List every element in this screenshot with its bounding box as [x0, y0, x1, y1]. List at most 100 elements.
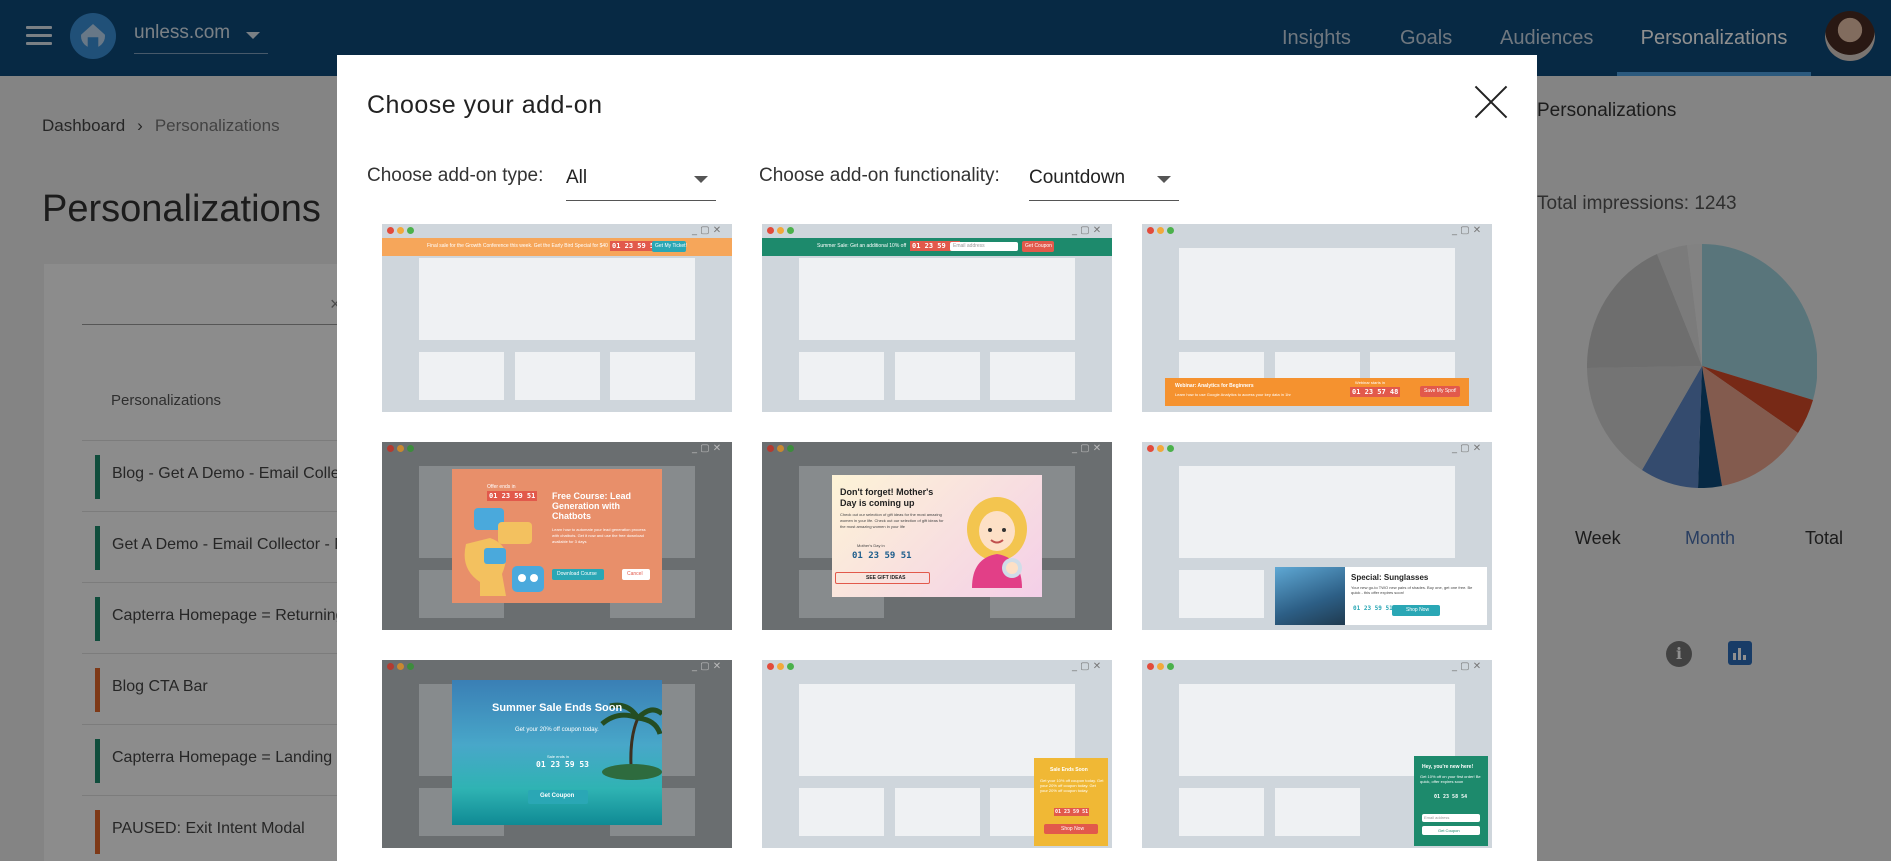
corner-body: Get your 10% off coupon today. Get your … — [1040, 778, 1104, 793]
content-block — [1179, 788, 1264, 836]
browser-chrome: _ ▢ ✕ — [1142, 224, 1492, 238]
shop-now-button: Shop Now — [1392, 605, 1440, 616]
webinar-banner: Webinar: Analytics for Beginners Learn h… — [1165, 378, 1469, 406]
addon-mothers-day-countdown[interactable]: _ ▢ ✕ Don't forget! Mother's Day is comi… — [762, 442, 1112, 630]
maximize-dot-icon — [1167, 227, 1174, 234]
get-coupon-label: Get Coupon — [1438, 828, 1460, 833]
maximize-dot-icon — [407, 445, 414, 452]
maximize-dot-icon — [407, 227, 414, 234]
content-block — [1179, 466, 1455, 558]
addon-email-slide-in-countdown[interactable]: _ ▢ ✕ Hey, you're new here! Get 10% off … — [1142, 660, 1492, 848]
get-coupon-button: Get Coupon — [1422, 826, 1480, 835]
shop-now-label: Shop Now — [1406, 607, 1430, 613]
addon-course-modal-countdown[interactable]: _ ▢ ✕ Offer ends in 01 23 59 51 Free Cou… — [382, 442, 732, 630]
content-block — [419, 352, 504, 400]
addon-bottom-banner-countdown[interactable]: _ ▢ ✕ Webinar: Analytics for Beginners L… — [1142, 224, 1492, 412]
browser-chrome: _ ▢ ✕ — [762, 442, 1112, 456]
webinar-starts: Webinar starts in — [1355, 380, 1385, 385]
window-buttons-icon: _ ▢ ✕ — [1072, 225, 1102, 236]
course-popup: Offer ends in 01 23 59 51 Free Course: L… — [452, 469, 662, 603]
download-button: Download Course — [552, 569, 604, 580]
countdown-timer: 01 23 59 51 — [852, 551, 912, 561]
content-block — [799, 258, 1075, 340]
addon-type-value: All — [566, 167, 588, 188]
addon-functionality-select[interactable]: Countdown — [1029, 163, 1179, 201]
window-buttons-icon: _ ▢ ✕ — [1072, 661, 1102, 672]
content-block — [799, 352, 884, 400]
addon-functionality-label: Choose add-on functionality: — [759, 165, 1000, 186]
addon-email-bar-countdown[interactable]: _ ▢ ✕ Summer Sale: Get an additional 10%… — [762, 224, 1112, 412]
course-body: Learn how to automate your lead generati… — [552, 527, 646, 544]
chevron-down-icon — [1157, 176, 1171, 183]
offer-label: Offer ends in — [487, 484, 516, 490]
browser-chrome: _ ▢ ✕ — [1142, 660, 1492, 674]
minimize-dot-icon — [777, 445, 784, 452]
window-buttons-icon: _ ▢ ✕ — [1452, 443, 1482, 454]
browser-chrome: _ ▢ ✕ — [762, 660, 1112, 674]
mothers-label: Mother's Day in — [857, 543, 885, 548]
close-dot-icon — [767, 445, 774, 452]
content-block — [990, 352, 1075, 400]
content-block — [1179, 570, 1264, 618]
minimize-dot-icon — [1157, 445, 1164, 452]
sunglasses-photo — [1275, 567, 1345, 625]
gift-ideas-label: SEE GIFT IDEAS — [866, 575, 906, 581]
countdown-timer: 01 23 59 51 — [1353, 605, 1393, 612]
browser-chrome: _ ▢ ✕ — [382, 660, 732, 674]
gift-ideas-button: SEE GIFT IDEAS — [835, 572, 930, 584]
content-block — [1275, 788, 1360, 836]
minimize-dot-icon — [777, 227, 784, 234]
window-buttons-icon: _ ▢ ✕ — [1452, 661, 1482, 672]
new-visitor-popup: Hey, you're new here! Get 10% off on you… — [1414, 756, 1488, 846]
cta-label: Get Coupon — [1025, 243, 1052, 249]
mothers-title: Don't forget! Mother's Day is coming up — [840, 487, 934, 508]
mother-illustration-icon — [967, 497, 1027, 588]
maximize-dot-icon — [1167, 445, 1174, 452]
window-buttons-icon: _ ▢ ✕ — [692, 225, 722, 236]
email-input: Email address — [950, 242, 1018, 251]
addon-sunglasses-countdown[interactable]: _ ▢ ✕ Special: Sunglasses Your new go-to… — [1142, 442, 1492, 630]
minimize-dot-icon — [397, 663, 404, 670]
browser-chrome: _ ▢ ✕ — [1142, 442, 1492, 456]
window-buttons-icon: _ ▢ ✕ — [692, 661, 722, 672]
close-dot-icon — [387, 227, 394, 234]
email-placeholder: Email address — [953, 243, 985, 249]
sunglasses-body: Your new go-to TWO new pairs of shades. … — [1351, 585, 1473, 595]
bar-text: Final sale for the Growth Conference thi… — [427, 243, 608, 249]
minimize-dot-icon — [777, 663, 784, 670]
cta-button: Save My Spot! — [1420, 386, 1460, 397]
content-block — [799, 788, 884, 836]
close-dot-icon — [1147, 227, 1154, 234]
chevron-down-icon — [694, 176, 708, 183]
webinar-subtitle: Learn how to use Google Analytics to acc… — [1175, 392, 1291, 397]
window-buttons-icon: _ ▢ ✕ — [1072, 443, 1102, 454]
close-dot-icon — [387, 663, 394, 670]
maximize-dot-icon — [787, 445, 794, 452]
countdown-top-bar: Final sale for the Growth Conference thi… — [382, 238, 732, 256]
addon-functionality-value: Countdown — [1029, 167, 1126, 188]
maximize-dot-icon — [1167, 663, 1174, 670]
countdown-timer: 01 23 58 54 — [1434, 794, 1468, 800]
addon-type-select[interactable]: All — [566, 163, 716, 201]
cta-button: Get Coupon — [1022, 241, 1054, 252]
addon-top-bar-countdown[interactable]: _ ▢ ✕ Final sale for the Growth Conferen… — [382, 224, 732, 412]
email-top-bar: Summer Sale: Get an additional 10% off 0… — [762, 238, 1112, 256]
content-block — [1179, 248, 1455, 340]
mothers-day-popup: Don't forget! Mother's Day is coming up … — [832, 475, 1042, 597]
get-coupon-button: Get Coupon — [528, 790, 588, 804]
close-dot-icon — [1147, 663, 1154, 670]
close-icon[interactable] — [1472, 80, 1512, 120]
maximize-dot-icon — [407, 663, 414, 670]
cancel-button: Cancel — [622, 569, 650, 580]
content-block — [895, 352, 980, 400]
maximize-dot-icon — [787, 663, 794, 670]
modal-title: Choose your add-on — [367, 91, 603, 119]
addon-summer-sale-modal-countdown[interactable]: _ ▢ ✕ Summer Sale Ends Soon Get your 20%… — [382, 660, 732, 848]
course-title: Free Course: Lead Generation with Chatbo… — [552, 491, 632, 521]
cta-label: Save My Spot! — [1424, 388, 1457, 394]
cta-label: Get My Ticket! — [655, 243, 687, 249]
countdown-timer: 01 23 59 51 — [1054, 808, 1090, 816]
chatbot-illustration-icon — [464, 508, 544, 596]
addon-corner-slide-in-countdown[interactable]: _ ▢ ✕ Sale Ends Soon Get your 10% off co… — [762, 660, 1112, 848]
content-block — [515, 352, 600, 400]
